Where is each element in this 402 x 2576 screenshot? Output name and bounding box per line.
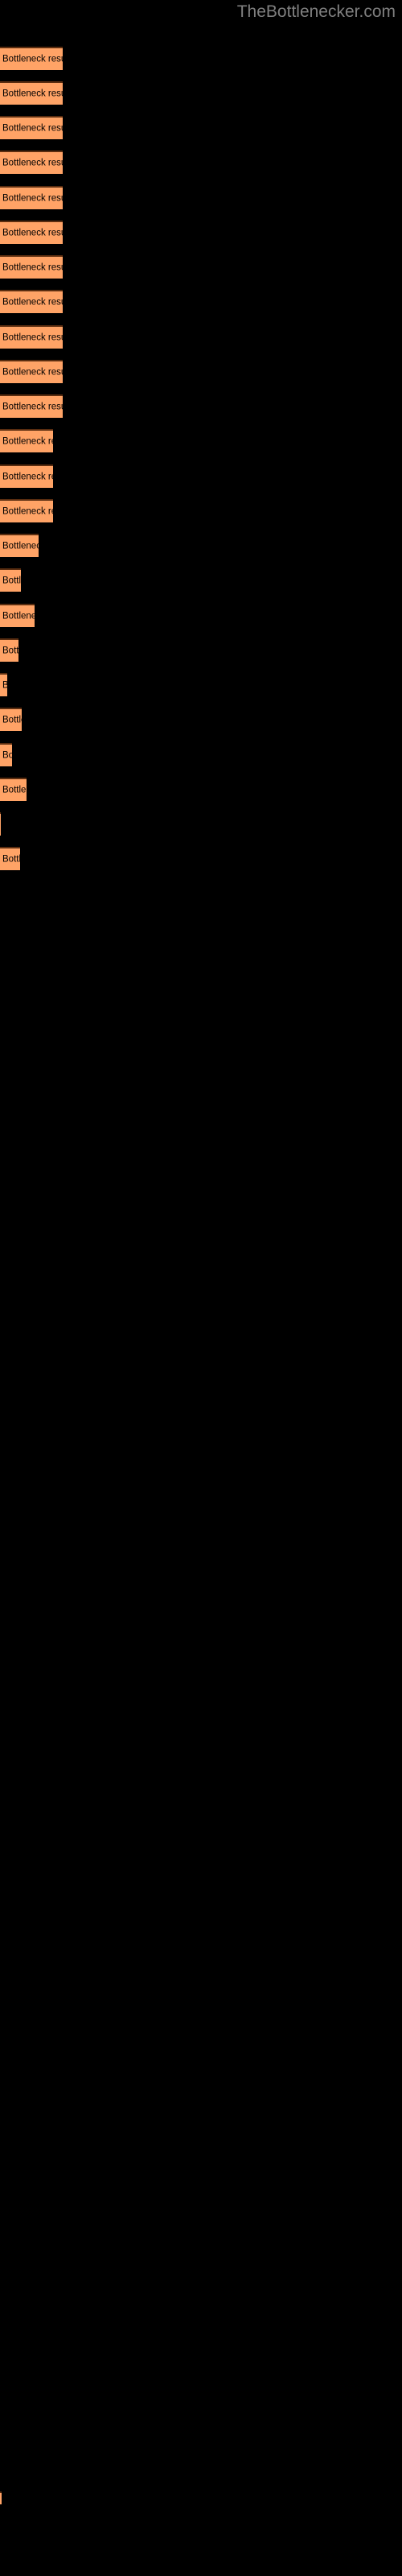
bar-chart-bar[interactable]: Bottleneck result: [0, 221, 63, 244]
bar-chart-bar[interactable]: Bottleneck result: [0, 255, 63, 279]
bar-chart-bar[interactable]: Bottleneck result: [0, 2491, 2, 2504]
bar-label: Bottleneck result: [2, 715, 22, 724]
bar-label: Bottleneck result: [2, 785, 27, 795]
bar-chart-bar[interactable]: Bottleneck result: [0, 429, 53, 452]
bar-label: Bottleneck result: [2, 193, 63, 203]
bar-chart-bar[interactable]: Bottleneck result: [0, 186, 63, 209]
bar-label: Bottleneck result: [2, 402, 63, 411]
bottleneck-chart-page: TheBottlenecker.com Bottleneck resultBot…: [0, 0, 402, 2576]
bar-label: Bottleneck result: [2, 506, 53, 516]
bar-chart-bar[interactable]: Bottleneck result: [0, 464, 53, 488]
bar-chart-bar[interactable]: Bottleneck result: [0, 812, 1, 836]
bar-label: Bottleneck result: [2, 332, 63, 342]
bar-chart-bar[interactable]: Bottleneck result: [0, 847, 20, 870]
bar-label: Bottleneck result: [2, 123, 63, 133]
bar-chart-bar[interactable]: Bottleneck result: [0, 568, 21, 592]
bar-label: Bottleneck result: [2, 611, 35, 621]
bar-chart-bar[interactable]: Bottleneck result: [0, 394, 63, 418]
bar-label: Bottleneck result: [2, 228, 63, 237]
bar-label: Bottleneck result: [2, 89, 63, 98]
bar-chart-bar[interactable]: Bottleneck result: [0, 604, 35, 627]
bar-label: Bottleneck result: [2, 297, 63, 307]
bar-label: Bottleneck result: [2, 472, 53, 481]
bar-chart-bar[interactable]: Bottleneck result: [0, 499, 53, 522]
bar-label: Bottleneck result: [2, 680, 7, 691]
bar-chart-bar[interactable]: Bottleneck result: [0, 360, 63, 383]
bar-chart-plot-area: Bottleneck result Bottleneck result Bottle…: [0, 0, 402, 2576]
bar-chart-bar[interactable]: Bottleneck result: [0, 778, 27, 801]
bar-label: Bottleneck result: [2, 646, 18, 655]
bar-chart-bar[interactable]: Bottleneck result: [0, 673, 7, 696]
bar-chart-bar[interactable]: Bottleneck result: [0, 743, 12, 766]
bar-chart-bar[interactable]: Bottleneck result: [0, 290, 63, 313]
bar-label: Bottleneck result: [2, 576, 21, 585]
bar-label: Bottleneck result: [2, 54, 63, 64]
bar-label: Bottleneck result: [2, 158, 63, 167]
bar-chart-bar[interactable]: Bottleneck result: [0, 325, 63, 349]
bar-chart-bar[interactable]: Bottleneck result: [0, 81, 63, 105]
bar-label: Bottleneck result: [2, 262, 63, 272]
bar-chart-bar[interactable]: Bottleneck result: [0, 151, 63, 174]
bar-chart-bar[interactable]: Bottleneck result: [0, 534, 39, 557]
bar-chart-bar[interactable]: Bottleneck result: [0, 116, 63, 139]
bar-label: Bottleneck result: [2, 541, 39, 551]
bar-chart-bar[interactable]: Bottleneck result: [0, 47, 63, 70]
bar-label: Bottleneck result: [2, 854, 20, 864]
bar-chart-bar[interactable]: Bottleneck result: [0, 638, 18, 662]
bar-chart-bar[interactable]: Bottleneck result: [0, 708, 22, 731]
bar-label: Bottleneck result: [2, 367, 63, 377]
bar-label: Bottleneck result: [2, 750, 12, 760]
bar-label: Bottleneck result: [2, 436, 53, 446]
